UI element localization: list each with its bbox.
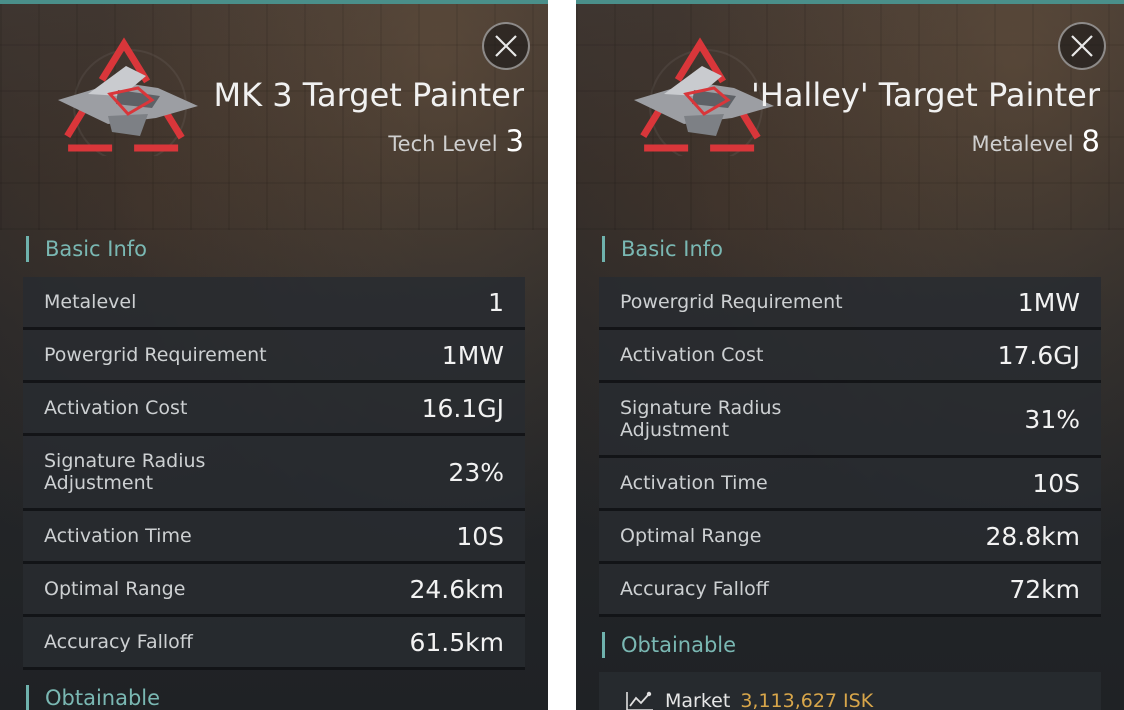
- stat-label: Activation Cost: [44, 397, 188, 419]
- stat-value: 1MW: [441, 340, 504, 370]
- stat-value: 61.5km: [409, 627, 505, 657]
- stat-label: Optimal Range: [620, 525, 762, 547]
- stat-value: 1MW: [1017, 287, 1080, 317]
- stat-value: 28.8km: [985, 521, 1081, 551]
- stat-row-activation-cost: Activation Cost 16.1GJ: [23, 383, 525, 436]
- stat-label: Signature Radius Adjustment: [620, 397, 782, 441]
- stat-row-optimal-range: Optimal Range 28.8km: [599, 511, 1101, 564]
- stat-row-optimal-range: Optimal Range 24.6km: [23, 564, 525, 617]
- stat-label: Accuracy Falloff: [44, 631, 193, 653]
- metalevel: Metalevel 8: [971, 124, 1100, 158]
- stat-row-activation-time: Activation Time 10S: [23, 511, 525, 564]
- stat-row-signature-radius: Signature Radius Adjustment 23%: [23, 436, 525, 511]
- stat-value: 17.6GJ: [997, 340, 1080, 370]
- stat-label: Activation Cost: [620, 344, 764, 366]
- stat-value: 16.1GJ: [421, 393, 504, 423]
- item-info-panel-right: 'Halley' Target Painter Metalevel 8 Basi…: [576, 0, 1124, 710]
- stat-row-metalevel: Metalevel 1: [23, 277, 525, 330]
- close-button[interactable]: [482, 22, 530, 70]
- basic-info-table: Metalevel 1 Powergrid Requirement 1MW Ac…: [23, 277, 525, 670]
- stat-value: 10S: [456, 521, 504, 551]
- section-obtainable[interactable]: Obtainable: [26, 685, 160, 710]
- metalevel-label: Metalevel: [971, 132, 1074, 156]
- stat-value: 23%: [448, 457, 504, 487]
- market-chart-icon: [626, 691, 653, 710]
- item-title: 'Halley' Target Painter: [750, 76, 1100, 114]
- stat-row-powergrid: Powergrid Requirement 1MW: [599, 277, 1101, 330]
- tech-level-label: Tech Level: [388, 132, 498, 156]
- stat-row-accuracy-falloff: Accuracy Falloff 72km: [599, 564, 1101, 617]
- panel-accent-bar: [576, 0, 1124, 4]
- tech-level-value: 3: [505, 124, 524, 158]
- stat-value: 1: [488, 287, 504, 317]
- close-button[interactable]: [1058, 22, 1106, 70]
- close-icon: [495, 35, 517, 57]
- stat-value: 10S: [1032, 468, 1080, 498]
- stat-value: 72km: [1009, 574, 1080, 604]
- market-label: Market: [665, 690, 731, 710]
- stat-label: Powergrid Requirement: [44, 344, 267, 366]
- panel-accent-bar: [0, 0, 548, 4]
- stat-label: Metalevel: [44, 291, 137, 313]
- section-basic-info[interactable]: Basic Info: [26, 236, 147, 262]
- section-obtainable[interactable]: Obtainable: [602, 632, 736, 658]
- stat-label: Activation Time: [44, 525, 192, 547]
- stat-label: Activation Time: [620, 472, 768, 494]
- stat-value: 31%: [1024, 404, 1080, 434]
- market-price: 3,113,627 ISK: [740, 690, 874, 710]
- item-info-panel-left: MK 3 Target Painter Tech Level 3 Basic I…: [0, 0, 548, 710]
- basic-info-table: Powergrid Requirement 1MW Activation Cos…: [599, 277, 1101, 617]
- stat-row-accuracy-falloff: Accuracy Falloff 61.5km: [23, 617, 525, 670]
- stat-label: Powergrid Requirement: [620, 291, 843, 313]
- metalevel-value: 8: [1081, 124, 1100, 158]
- stat-row-signature-radius: Signature Radius Adjustment 31%: [599, 383, 1101, 458]
- stat-row-powergrid: Powergrid Requirement 1MW: [23, 330, 525, 383]
- target-painter-icon: [53, 37, 198, 156]
- stat-value: 24.6km: [409, 574, 505, 604]
- tech-level: Tech Level 3: [388, 124, 524, 158]
- close-icon: [1071, 35, 1093, 57]
- market-entry[interactable]: Market 3,113,627 ISK: [599, 672, 1101, 710]
- stat-row-activation-cost: Activation Cost 17.6GJ: [599, 330, 1101, 383]
- stat-label: Optimal Range: [44, 578, 186, 600]
- stat-label: Accuracy Falloff: [620, 578, 769, 600]
- stat-row-activation-time: Activation Time 10S: [599, 458, 1101, 511]
- stat-label: Signature Radius Adjustment: [44, 450, 206, 494]
- item-title: MK 3 Target Painter: [213, 76, 525, 114]
- section-basic-info[interactable]: Basic Info: [602, 236, 723, 262]
